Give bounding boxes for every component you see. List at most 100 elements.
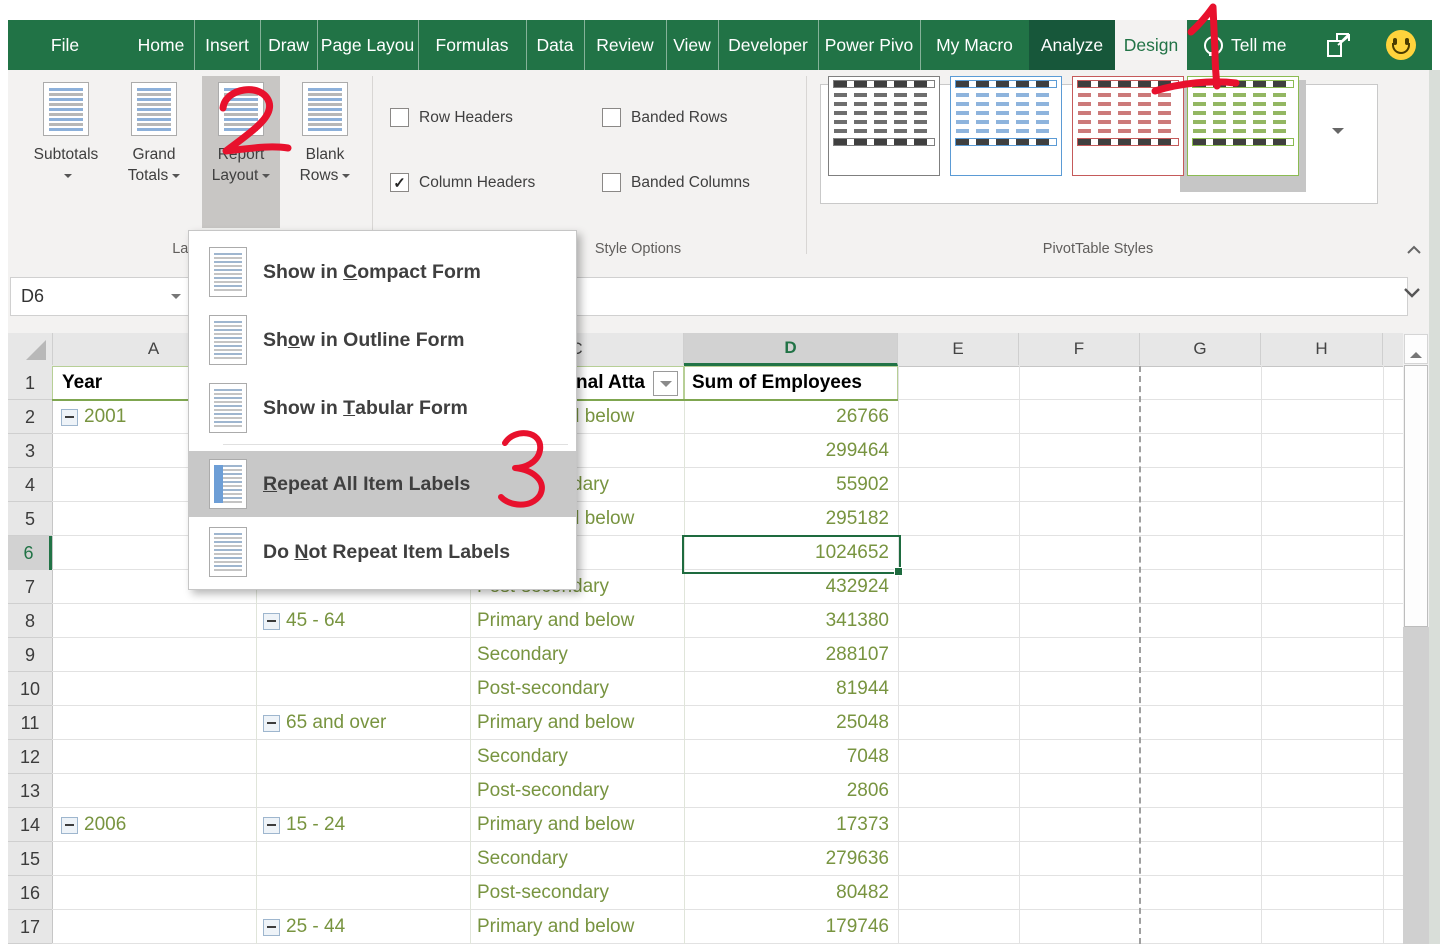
banded-rows-checkbox[interactable]: Banded Rows — [602, 108, 728, 127]
gallery-more-dropdown[interactable] — [1332, 128, 1344, 140]
row-number-selected[interactable]: 6 — [8, 536, 52, 570]
checkbox-box[interactable]: ✓ — [390, 173, 409, 192]
select-all-corner[interactable] — [8, 333, 53, 365]
checkbox-box[interactable] — [390, 108, 409, 127]
vertical-scrollbar[interactable] — [1403, 333, 1429, 944]
row-headers-checkbox[interactable]: Row Headers — [390, 108, 513, 127]
row-number[interactable]: 11 — [8, 706, 52, 740]
cell-d10[interactable]: 81944 — [684, 672, 898, 706]
cell-d15[interactable]: 279636 — [684, 842, 898, 876]
expand-formula-bar-icon[interactable] — [1403, 286, 1421, 304]
col-header-f[interactable]: F — [1019, 333, 1140, 365]
cell-d12[interactable]: 7048 — [684, 740, 898, 774]
report-layout-button[interactable]: Report Layout — [202, 76, 280, 228]
col-header-e[interactable]: E — [898, 333, 1019, 365]
row-number[interactable]: 15 — [8, 842, 52, 876]
pivot-style-green-selected[interactable] — [1187, 76, 1299, 176]
cell-d4[interactable]: 55902 — [684, 468, 898, 502]
cell-c10[interactable]: Post-secondary — [470, 672, 684, 706]
cell-c11[interactable]: Primary and below — [470, 706, 684, 740]
tab-design[interactable]: Design — [1115, 20, 1187, 70]
cell-c9[interactable]: Secondary — [470, 638, 684, 672]
menu-item-outline-form[interactable]: Show in Outline Form — [189, 307, 576, 373]
row-number[interactable]: 12 — [8, 740, 52, 774]
collapse-ribbon-icon[interactable] — [1406, 244, 1418, 256]
cell-b11[interactable]: 65 and over — [256, 706, 470, 740]
row-number[interactable]: 1 — [8, 366, 52, 400]
cell-c14[interactable]: Primary and below — [470, 808, 684, 842]
checkbox-box[interactable] — [602, 173, 621, 192]
scrollbar-thumb[interactable] — [1404, 365, 1428, 627]
cell-d3[interactable]: 299464 — [684, 434, 898, 468]
col-header-g[interactable]: G — [1140, 333, 1261, 365]
cell-d1[interactable]: Sum of Employees — [684, 366, 898, 400]
cell-b8[interactable]: 45 - 64 — [256, 604, 470, 638]
feedback-smiley-icon[interactable] — [1386, 30, 1416, 60]
cell-c8[interactable]: Primary and below — [470, 604, 684, 638]
row-number[interactable]: 9 — [8, 638, 52, 672]
row-number[interactable]: 17 — [8, 910, 52, 944]
cell-d8[interactable]: 341380 — [684, 604, 898, 638]
tab-data[interactable]: Data — [526, 20, 585, 70]
tab-page-layout[interactable]: Page Layou — [317, 20, 419, 70]
row-number[interactable]: 7 — [8, 570, 52, 604]
column-headers-checkbox[interactable]: ✓ Column Headers — [390, 173, 535, 192]
cell-c15[interactable]: Secondary — [470, 842, 684, 876]
row-number[interactable]: 13 — [8, 774, 52, 808]
menu-item-do-not-repeat-item-labels[interactable]: Do Not Repeat Item Labels — [189, 519, 576, 585]
cell-b14[interactable]: 15 - 24 — [256, 808, 470, 842]
row-number[interactable]: 4 — [8, 468, 52, 502]
menu-item-compact-form[interactable]: Show in Compact Form — [189, 239, 576, 305]
scrollbar-track[interactable] — [1403, 627, 1429, 944]
row-number[interactable]: 10 — [8, 672, 52, 706]
tab-file[interactable]: File — [20, 20, 110, 70]
cell-c13[interactable]: Post-secondary — [470, 774, 684, 808]
cell-d16[interactable]: 80482 — [684, 876, 898, 910]
collapse-icon[interactable] — [263, 919, 280, 936]
scroll-up-icon[interactable] — [1404, 334, 1428, 364]
share-icon[interactable] — [1326, 32, 1356, 58]
row-number[interactable]: 5 — [8, 502, 52, 536]
cell-b17[interactable]: 25 - 44 — [256, 910, 470, 944]
col-header-d[interactable]: D — [684, 333, 898, 366]
name-box[interactable]: D6 — [10, 277, 192, 316]
pivot-style-red[interactable] — [1072, 76, 1184, 176]
collapse-icon[interactable] — [263, 613, 280, 630]
grand-totals-button[interactable]: Grand Totals — [112, 76, 196, 228]
pivot-style-blue[interactable] — [950, 76, 1062, 176]
cell-c16[interactable]: Post-secondary — [470, 876, 684, 910]
cell-d5[interactable]: 295182 — [684, 502, 898, 536]
cell-c12[interactable]: Secondary — [470, 740, 684, 774]
collapse-icon[interactable] — [263, 817, 280, 834]
cell-a14[interactable]: 2006 — [52, 808, 256, 842]
tab-my-macro[interactable]: My Macro — [920, 20, 1030, 70]
row-number[interactable]: 16 — [8, 876, 52, 910]
tab-view[interactable]: View — [666, 20, 719, 70]
tab-power-pivot[interactable]: Power Pivo — [818, 20, 921, 70]
menu-item-repeat-all-item-labels[interactable]: Repeat All Item Labels — [189, 451, 576, 517]
row-number[interactable]: 2 — [8, 400, 52, 434]
collapse-icon[interactable] — [61, 409, 78, 426]
row-number[interactable]: 8 — [8, 604, 52, 638]
cell-d13[interactable]: 2806 — [684, 774, 898, 808]
checkbox-box[interactable] — [602, 108, 621, 127]
filter-dropdown-icon[interactable] — [653, 371, 678, 396]
tab-analyze[interactable]: Analyze — [1029, 20, 1116, 70]
cell-d2[interactable]: 26766 — [684, 400, 898, 434]
cell-c17[interactable]: Primary and below — [470, 910, 684, 944]
name-box-dropdown-icon[interactable] — [171, 294, 181, 304]
pivot-style-grayscale[interactable] — [828, 76, 940, 176]
tab-formulas[interactable]: Formulas — [418, 20, 527, 70]
tell-me[interactable]: Tell me — [1204, 20, 1286, 70]
menu-item-tabular-form[interactable]: Show in Tabular Form — [189, 375, 576, 441]
cell-d14[interactable]: 17373 — [684, 808, 898, 842]
tab-home[interactable]: Home — [128, 20, 195, 70]
tab-insert[interactable]: Insert — [194, 20, 261, 70]
subtotals-button[interactable]: Subtotals — [26, 76, 106, 228]
col-header-h[interactable]: H — [1261, 333, 1383, 365]
blank-rows-button[interactable]: Blank Rows — [286, 76, 364, 228]
collapse-icon[interactable] — [61, 817, 78, 834]
row-number[interactable]: 3 — [8, 434, 52, 468]
cell-d11[interactable]: 25048 — [684, 706, 898, 740]
tab-draw[interactable]: Draw — [260, 20, 318, 70]
